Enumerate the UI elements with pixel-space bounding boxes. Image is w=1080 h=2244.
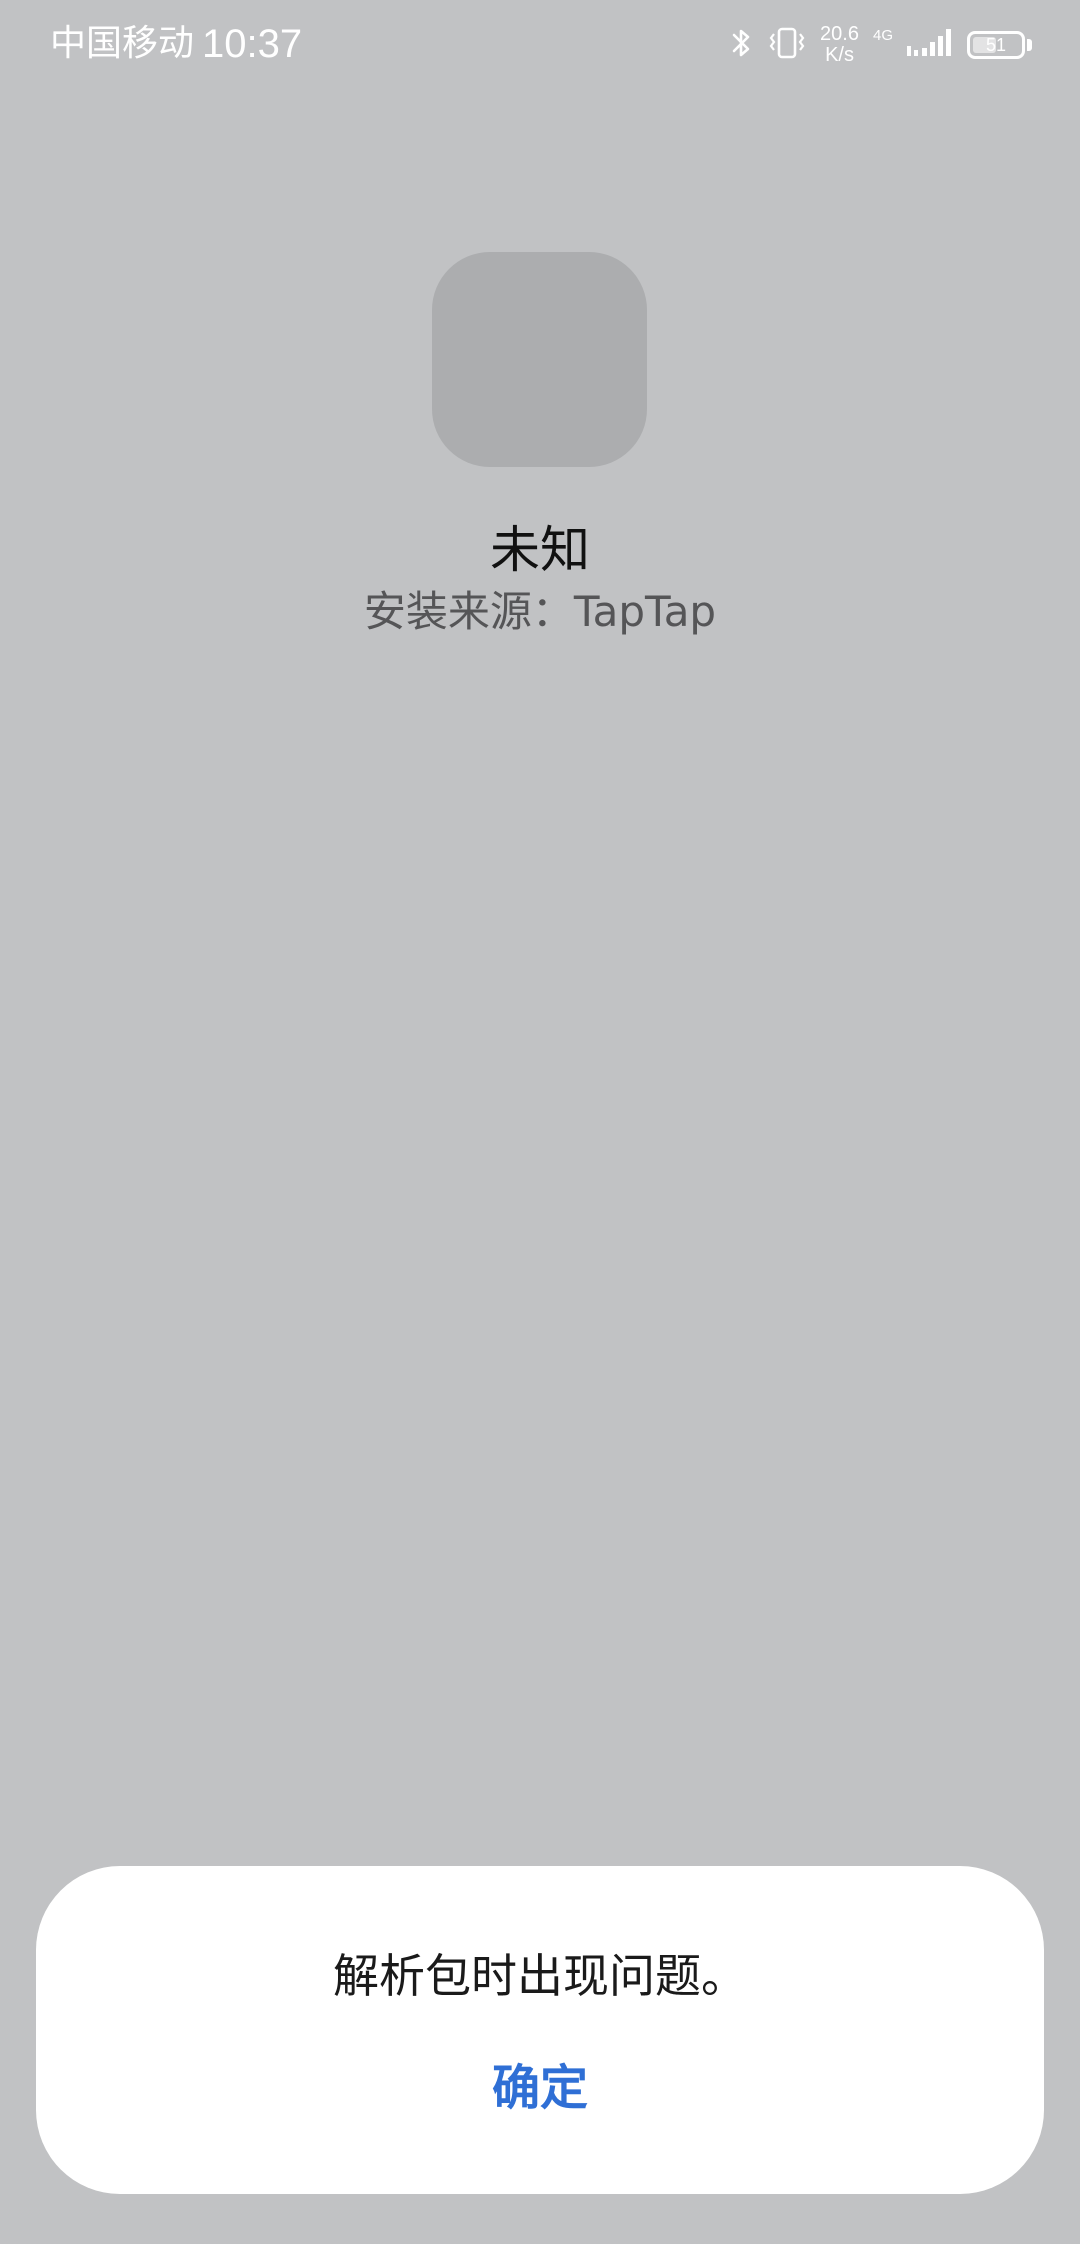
parse-error-dialog: 解析包时出现问题。 确定 <box>36 1866 1044 2194</box>
app-icon-placeholder <box>432 252 647 467</box>
network-speed-value: 20.6 <box>820 23 859 45</box>
battery-icon: 51 <box>967 31 1025 59</box>
status-bar: 中国移动 10:37 20.6 K/s 4G 51 <box>0 0 1080 90</box>
carrier-name: 中国移动 <box>50 23 195 64</box>
bluetooth-icon <box>730 25 754 65</box>
clock: 10:37 <box>202 22 303 66</box>
network-speed: 20.6 K/s <box>820 24 859 66</box>
battery-cap <box>1027 39 1032 51</box>
battery-level: 51 <box>985 34 1007 55</box>
app-name: 未知 <box>490 521 590 579</box>
dialog-message: 解析包时出现问题。 <box>333 1949 747 2003</box>
install-source-label: 安装来源：TapTap <box>363 587 717 636</box>
signal-icon <box>907 26 953 64</box>
network-speed-unit: K/s <box>825 44 854 66</box>
confirm-button[interactable]: 确定 <box>440 2052 640 2124</box>
status-right: 20.6 K/s 4G 51 <box>730 20 1032 70</box>
vibrate-icon <box>768 26 806 64</box>
battery-indicator: 51 <box>967 31 1032 59</box>
status-left: 中国移动 10:37 <box>50 20 302 68</box>
network-type: 4G <box>872 26 893 44</box>
